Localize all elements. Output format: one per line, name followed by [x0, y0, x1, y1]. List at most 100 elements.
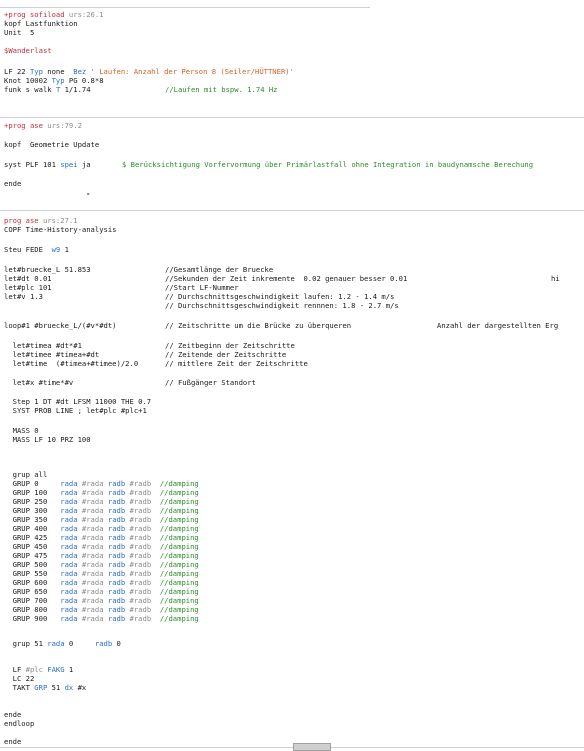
code-line[interactable]: prog ase urs:27.1: [4, 216, 78, 225]
grup-row[interactable]: GRUP 425 rada #rada radb #radb //damping: [4, 533, 199, 542]
grup-row[interactable]: GRUP 800 rada #rada radb #radb //damping: [4, 605, 199, 614]
comment-token: //damping: [159, 542, 199, 551]
grup-row[interactable]: GRUP 550 rada #rada radb #radb //damping: [4, 569, 199, 578]
code-line[interactable]: ende: [4, 710, 21, 719]
grup-row[interactable]: GRUP 475 rada #rada radb #radb //damping: [4, 551, 199, 560]
grup-row[interactable]: GRUP 700 rada #rada radb #radb //damping: [4, 596, 199, 605]
code-comment: //Laufen mit bspw. 1.74 Hz: [165, 85, 278, 94]
code-line[interactable]: let#timee #timea+#dt: [4, 350, 100, 359]
code-token: 100: [34, 488, 48, 497]
grup-row[interactable]: GRUP 900 rada #rada radb #radb //damping: [4, 614, 199, 623]
code-line[interactable]: MASS 0: [4, 426, 39, 435]
code-line[interactable]: ende: [4, 179, 21, 188]
code-line[interactable]: syst PLF 101 spei ja: [4, 160, 91, 169]
variable-token: #radb: [129, 614, 152, 623]
variable-token: #radb: [129, 533, 152, 542]
grup-row[interactable]: GRUP 250 rada #rada radb #radb //damping: [4, 497, 199, 506]
code-token: 650: [34, 587, 48, 596]
code-line[interactable]: SYST PROB LINE ; let#plc #plc+1: [4, 406, 147, 415]
code-line[interactable]: funk s walk T 1/1.74: [4, 85, 91, 94]
keyword-token: radb: [107, 542, 126, 551]
code-line[interactable]: Step 1 DT #dt LFSM 11000 THE 0.7: [4, 397, 152, 406]
keyword-token: radb: [107, 488, 126, 497]
variable-token: #rada: [81, 614, 104, 623]
code-line[interactable]: LF 22 Typ none Bez ' Laufen: Anzahl der …: [4, 67, 294, 76]
code-comment: // Zeitbeginn der Zeitschritte: [165, 341, 295, 350]
code-token: grup 51: [4, 639, 48, 648]
variable-token: #radb: [129, 578, 152, 587]
horizontal-scrollbar[interactable]: [293, 743, 331, 751]
code-token: 450: [34, 542, 48, 551]
code-line[interactable]: kopf Geometrie Update: [4, 140, 99, 149]
code-comment: // mittlere Zeit der Zeitschritte: [165, 359, 308, 368]
comment-token: //damping: [159, 479, 199, 488]
code-line[interactable]: let#x #time*#v: [4, 378, 74, 387]
grup-row[interactable]: GRUP 300 rada #rada radb #radb //damping: [4, 506, 199, 515]
variable-token: #rada: [81, 569, 104, 578]
comment-token: //damping: [159, 533, 199, 542]
code-comment: //Sekunden der Zeit inkremente 0.02 gena…: [165, 274, 408, 283]
string-token: ' Laufen: Anzahl der Person 8 (Seiler/HÜ…: [86, 67, 294, 76]
code-line[interactable]: MASS LF 10 PRZ 100: [4, 435, 91, 444]
variable-token: #radb: [129, 569, 152, 578]
code-line[interactable]: Unit 5: [4, 28, 34, 37]
grup-row[interactable]: GRUP 0 rada #rada radb #radb //damping: [4, 479, 199, 488]
code-line[interactable]: kopf Lastfunktion: [4, 19, 78, 28]
grup-row[interactable]: GRUP 650 rada #rada radb #radb //damping: [4, 587, 199, 596]
code-line[interactable]: let#dt 0.01: [4, 274, 52, 283]
keyword-token: rada: [60, 497, 78, 506]
code-token: 350: [34, 515, 48, 524]
code-line[interactable]: let#bruecke_L 51.853: [4, 265, 91, 274]
code-token: Steu FEDE: [4, 245, 52, 254]
keyword-token: FAKG: [42, 665, 65, 674]
code-line[interactable]: +prog sofiload urs:26.1: [4, 10, 104, 19]
keyword-token: rada: [60, 569, 78, 578]
code-line[interactable]: let#timea #dt*#1: [4, 341, 82, 350]
code-line[interactable]: Knot 10002 Typ PG 0.8*8: [4, 76, 104, 85]
code-line[interactable]: let#plc 101: [4, 283, 52, 292]
code-line[interactable]: loop#1 #bruecke_L/(#v*#dt): [4, 321, 117, 330]
code-line[interactable]: Steu FEDE w9 1: [4, 245, 69, 254]
grup-row[interactable]: GRUP 600 rada #rada radb #radb //damping: [4, 578, 199, 587]
comment-token: //damping: [159, 524, 199, 533]
grup-row[interactable]: GRUP 400 rada #rada radb #radb //damping: [4, 524, 199, 533]
code-line[interactable]: endloop: [4, 719, 34, 728]
code-line[interactable]: LF #plc FAKG 1: [4, 665, 74, 674]
code-comment: Anzahl der dargestellten Erg: [437, 321, 559, 330]
grup-row[interactable]: GRUP 450 rada #rada radb #radb //damping: [4, 542, 199, 551]
grup-row[interactable]: GRUP 500 rada #rada radb #radb //damping: [4, 560, 199, 569]
keyword-token: GRUP: [12, 542, 30, 551]
code-token: 550: [34, 569, 48, 578]
comment-token: //damping: [159, 560, 199, 569]
keyword-token: GRUP: [12, 560, 30, 569]
code-line[interactable]: TAKT GRP 51 dx #x: [4, 683, 87, 692]
comment-token: //damping: [159, 596, 199, 605]
code-line[interactable]: LC 22: [4, 674, 35, 683]
code-line[interactable]: +prog ase urs:79.2: [4, 121, 82, 130]
comment-token: //damping: [159, 587, 199, 596]
comment-token: //damping: [159, 614, 199, 623]
code-line[interactable]: let#v 1.3: [4, 292, 43, 301]
code-line[interactable]: COPF Time-History-analysis: [4, 225, 117, 234]
keyword-token: radb: [107, 587, 126, 596]
code-line[interactable]: ende: [4, 737, 21, 746]
code-line[interactable]: grup all: [4, 470, 48, 479]
variable-token: #radb: [129, 587, 152, 596]
code-line[interactable]: let#time (#timea+#timee)/2.0: [4, 359, 139, 368]
keyword-token: radb: [107, 569, 126, 578]
code-line[interactable]: $Wanderlast: [4, 46, 52, 55]
grup-row[interactable]: GRUP 100 rada #rada radb #radb //damping: [4, 488, 199, 497]
code-line[interactable]: grup 51 rada 0 radb 0: [4, 639, 121, 648]
grup-row[interactable]: GRUP 350 rada #rada radb #radb //damping: [4, 515, 199, 524]
keyword-token: GRP: [34, 683, 48, 692]
prog-command: +prog ase: [4, 121, 43, 130]
comment-token: //damping: [159, 497, 199, 506]
